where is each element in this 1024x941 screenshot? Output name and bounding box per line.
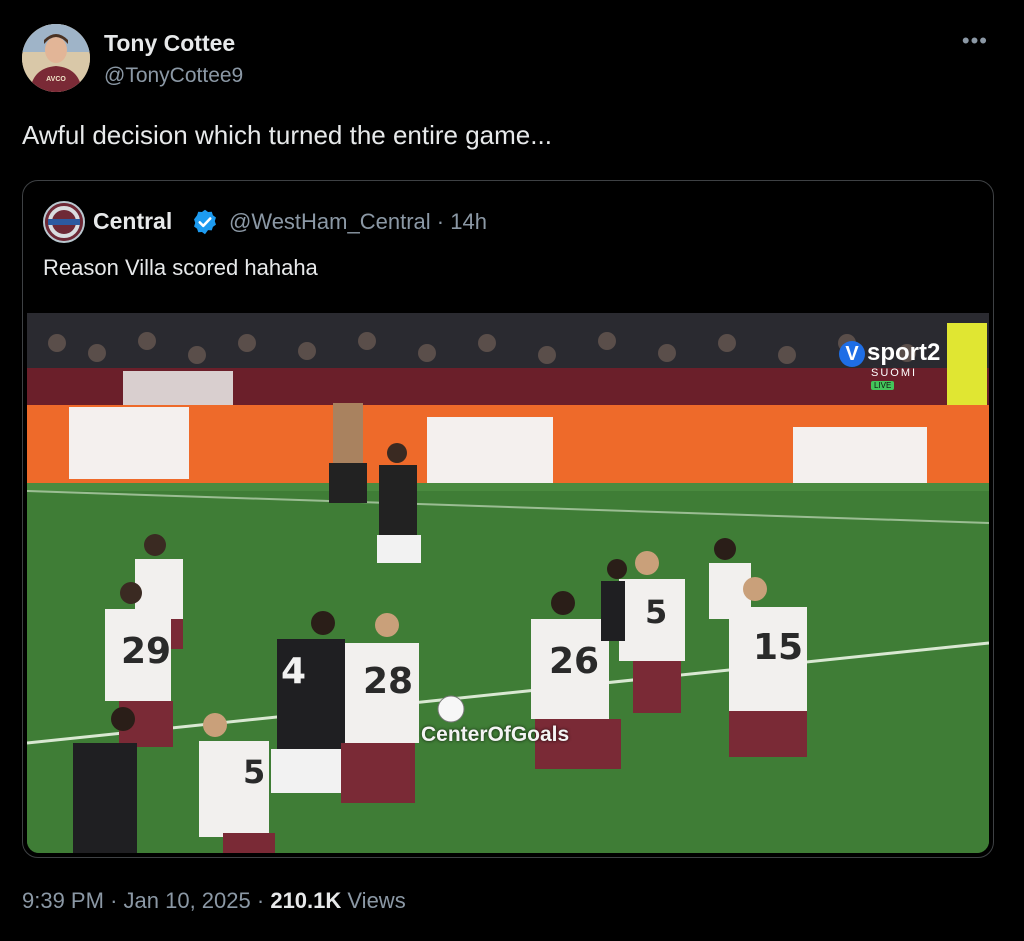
avatar-shirt-text: AVCO	[46, 76, 66, 83]
club-badge-icon	[45, 203, 83, 241]
quoted-meta: @WestHam_Central · 14h	[229, 209, 487, 235]
shirt-number: 28	[363, 661, 413, 702]
tweet-header: AVCO Tony Cottee @TonyCottee9 •••	[22, 24, 1002, 94]
video-media[interactable]: 29 4 28 26 5 15 5 Vsport2 SUOMI LIVE Cen…	[27, 313, 989, 853]
shirt-number: 29	[121, 631, 171, 672]
footer-separator: ·	[256, 888, 265, 913]
tweet-date[interactable]: Jan 10, 2025	[124, 888, 251, 913]
tweet-text: Awful decision which turned the entire g…	[22, 120, 552, 150]
tweet-detail: AVCO Tony Cottee @TonyCottee9 ••• Awful …	[0, 0, 1024, 941]
shirt-number: 5	[645, 593, 667, 631]
tweet-footer: 9:39 PM · Jan 10, 2025 · 210.1K Views	[22, 888, 406, 914]
broadcaster-name: sport2	[867, 339, 941, 366]
broadcaster-logo: Vsport2 SUOMI LIVE	[839, 339, 959, 395]
shirt-number: 15	[753, 627, 803, 668]
video-watermark: CenterOfGoals	[421, 723, 570, 746]
shirt-number: 5	[243, 753, 265, 791]
meta-separator: ·	[436, 209, 445, 234]
author-name[interactable]: Tony Cottee	[104, 30, 235, 57]
quoted-author-name[interactable]: Central	[93, 208, 172, 235]
views-label: Views	[347, 888, 406, 913]
author-avatar[interactable]: AVCO	[22, 24, 90, 92]
player-avatar-icon: AVCO	[22, 24, 90, 92]
verified-badge-icon	[194, 209, 216, 235]
more-options-icon[interactable]: •••	[962, 28, 988, 54]
sport2-logo: Vsport2	[839, 339, 940, 367]
author-handle[interactable]: @TonyCottee9	[104, 64, 243, 88]
broadcaster-sub: SUOMI	[871, 367, 918, 379]
quoted-author-avatar[interactable]	[43, 201, 85, 243]
quoted-author-handle[interactable]: @WestHam_Central	[229, 209, 431, 234]
footer-separator: ·	[110, 888, 118, 913]
shirt-number: 4	[281, 651, 306, 692]
views-count[interactable]: 210.1K	[270, 888, 341, 913]
broadcaster-live: LIVE	[871, 381, 895, 390]
quoted-tweet-text: Reason Villa scored hahaha	[43, 255, 318, 280]
shirt-number: 26	[549, 641, 599, 682]
tweet-time[interactable]: 9:39 PM	[22, 888, 104, 913]
quoted-time[interactable]: 14h	[450, 209, 487, 234]
quoted-tweet-card[interactable]: Central @WestHam_Central · 14h Reason Vi…	[22, 180, 994, 858]
